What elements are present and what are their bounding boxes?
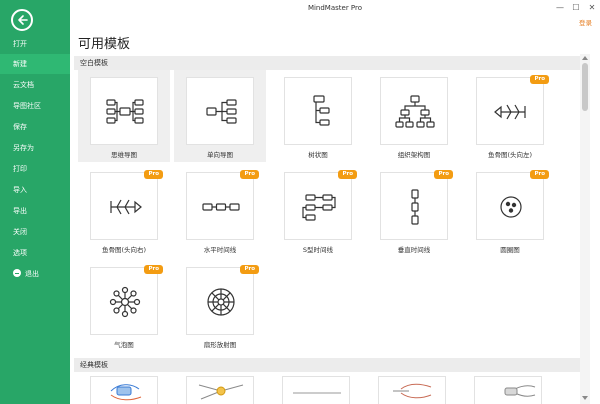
template-label: 气泡图 xyxy=(114,341,134,349)
template-card: Pro xyxy=(284,170,357,240)
sidebar-item-save[interactable]: 保存 xyxy=(0,117,70,137)
classic-template-thumbnail[interactable] xyxy=(474,376,542,404)
pro-badge: Pro xyxy=(530,75,549,84)
circle-chart-icon xyxy=(500,196,522,218)
sidebar-item-open[interactable]: 打开 xyxy=(0,34,70,54)
section-header-blank: 空白模板 xyxy=(74,56,580,70)
pro-badge: Pro xyxy=(338,170,357,179)
template-fishbone-left[interactable]: Pro 鱼骨图(头向左) xyxy=(464,70,556,162)
template-card: Pro xyxy=(380,170,453,240)
right-map-icon xyxy=(206,99,237,124)
scroll-thumb[interactable] xyxy=(582,63,588,111)
sidebar-item-exit[interactable]: 退出 xyxy=(0,264,70,284)
template-org-chart[interactable]: 组织架构图 xyxy=(368,70,460,162)
template-card: Pro xyxy=(186,170,259,240)
template-label: 鱼骨图(头向右) xyxy=(101,246,147,254)
template-right-map[interactable]: 单向导图 xyxy=(174,70,266,162)
template-horizontal-timeline[interactable]: Pro 水平时间线 xyxy=(174,165,266,257)
classic-map-thumbnail-icon xyxy=(393,383,432,399)
template-sector-radial[interactable]: Pro 扇形放射图 xyxy=(174,260,266,352)
template-label: 水平时间线 xyxy=(203,246,237,254)
title-bar: MindMaster Pro — ☐ ✕ xyxy=(70,0,600,20)
template-label: 树状图 xyxy=(308,151,328,159)
template-card: Pro xyxy=(476,170,549,240)
sidebar-item-exit-label: 退出 xyxy=(25,270,39,278)
app-title: MindMaster Pro xyxy=(307,4,363,12)
template-vertical-timeline[interactable]: Pro 垂直时间线 xyxy=(368,165,460,257)
sidebar-item-cloud-docs[interactable]: 云文档 xyxy=(0,75,70,95)
template-label: 鱼骨图(头向左) xyxy=(487,151,533,159)
template-s-timeline[interactable]: Pro S型时间线 xyxy=(272,165,364,257)
sidebar-item-new[interactable]: 新建 xyxy=(0,54,70,74)
template-card: Pro xyxy=(90,265,163,335)
sidebar-item-close[interactable]: 关闭 xyxy=(0,222,70,242)
classic-template-thumbnail[interactable] xyxy=(186,376,254,404)
section-header-classic: 经典模板 xyxy=(74,358,580,372)
classic-template-thumbnail[interactable] xyxy=(282,376,350,404)
sidebar-item-print[interactable]: 打印 xyxy=(0,159,70,179)
classic-template-thumbnail[interactable] xyxy=(378,376,446,404)
sidebar-item-save-as[interactable]: 另存为 xyxy=(0,138,70,158)
template-label: 单向导图 xyxy=(207,151,233,159)
classic-map-thumbnail-icon xyxy=(198,384,244,400)
scroll-up-arrow-icon[interactable] xyxy=(582,56,588,60)
template-card xyxy=(380,77,448,145)
page-title: 可用模板 xyxy=(78,37,131,52)
template-bubble-chart[interactable]: Pro 气泡图 xyxy=(78,260,170,352)
fishbone-right-icon xyxy=(110,199,142,215)
template-label: 扇形放射图 xyxy=(203,341,237,349)
template-card xyxy=(90,77,158,145)
sidebar-item-options[interactable]: 选项 xyxy=(0,243,70,263)
template-card: Pro xyxy=(186,265,259,335)
template-label: S型时间线 xyxy=(302,246,334,254)
bubble-chart-icon xyxy=(109,286,141,318)
exit-icon xyxy=(13,269,21,277)
template-tree-chart[interactable]: 树状图 xyxy=(272,70,364,162)
login-link[interactable]: 登录 xyxy=(579,17,592,27)
classic-map-thumbnail-icon xyxy=(504,385,536,397)
vertical-scrollbar[interactable] xyxy=(580,54,590,404)
s-timeline-icon xyxy=(302,194,336,221)
classic-map-thumbnail-icon xyxy=(110,384,142,401)
sidebar: 打开 新建 云文档 导图社区 保存 另存为 打印 导入 导出 关闭 选项 退出 xyxy=(0,0,70,404)
template-mind-map[interactable]: 思维导图 xyxy=(78,70,170,162)
template-label: 思维导图 xyxy=(111,151,137,159)
org-chart-icon xyxy=(395,95,435,128)
back-arrow-icon[interactable] xyxy=(11,9,33,31)
template-gallery: 空白模板 思维导图 单向导图 树状图 组织架构图 Pro 鱼骨图(头向左) Pr… xyxy=(74,54,580,404)
pro-badge: Pro xyxy=(144,265,163,274)
pro-badge: Pro xyxy=(530,170,549,179)
close-button[interactable]: ✕ xyxy=(586,2,598,14)
template-card: Pro xyxy=(90,170,163,240)
template-label: 垂直时间线 xyxy=(397,246,431,254)
template-card xyxy=(186,77,254,145)
pro-badge: Pro xyxy=(240,265,259,274)
sidebar-item-community[interactable]: 导图社区 xyxy=(0,96,70,116)
classic-map-thumbnail-icon xyxy=(293,392,341,394)
pro-badge: Pro xyxy=(434,170,453,179)
minimize-button[interactable]: — xyxy=(554,2,566,14)
vertical-timeline-icon xyxy=(411,189,419,225)
mind-map-icon xyxy=(106,99,144,124)
sidebar-item-export[interactable]: 导出 xyxy=(0,201,70,221)
fishbone-left-icon xyxy=(494,104,526,120)
horizontal-timeline-icon xyxy=(202,203,240,211)
sidebar-item-import[interactable]: 导入 xyxy=(0,180,70,200)
template-fishbone-right[interactable]: Pro 鱼骨图(头向右) xyxy=(78,165,170,257)
template-card: Pro xyxy=(476,75,549,145)
pro-badge: Pro xyxy=(240,170,259,179)
template-circle-chart[interactable]: Pro 圆圈图 xyxy=(464,165,556,257)
tree-chart-icon xyxy=(313,95,330,126)
classic-template-thumbnail[interactable] xyxy=(90,376,158,404)
template-card xyxy=(284,77,352,145)
template-label: 组织架构图 xyxy=(397,151,431,159)
maximize-button[interactable]: ☐ xyxy=(570,2,582,14)
template-label: 圆圈图 xyxy=(500,246,520,254)
pro-badge: Pro xyxy=(144,170,163,179)
scroll-down-arrow-icon[interactable] xyxy=(582,396,588,400)
sector-radial-icon xyxy=(207,288,235,316)
